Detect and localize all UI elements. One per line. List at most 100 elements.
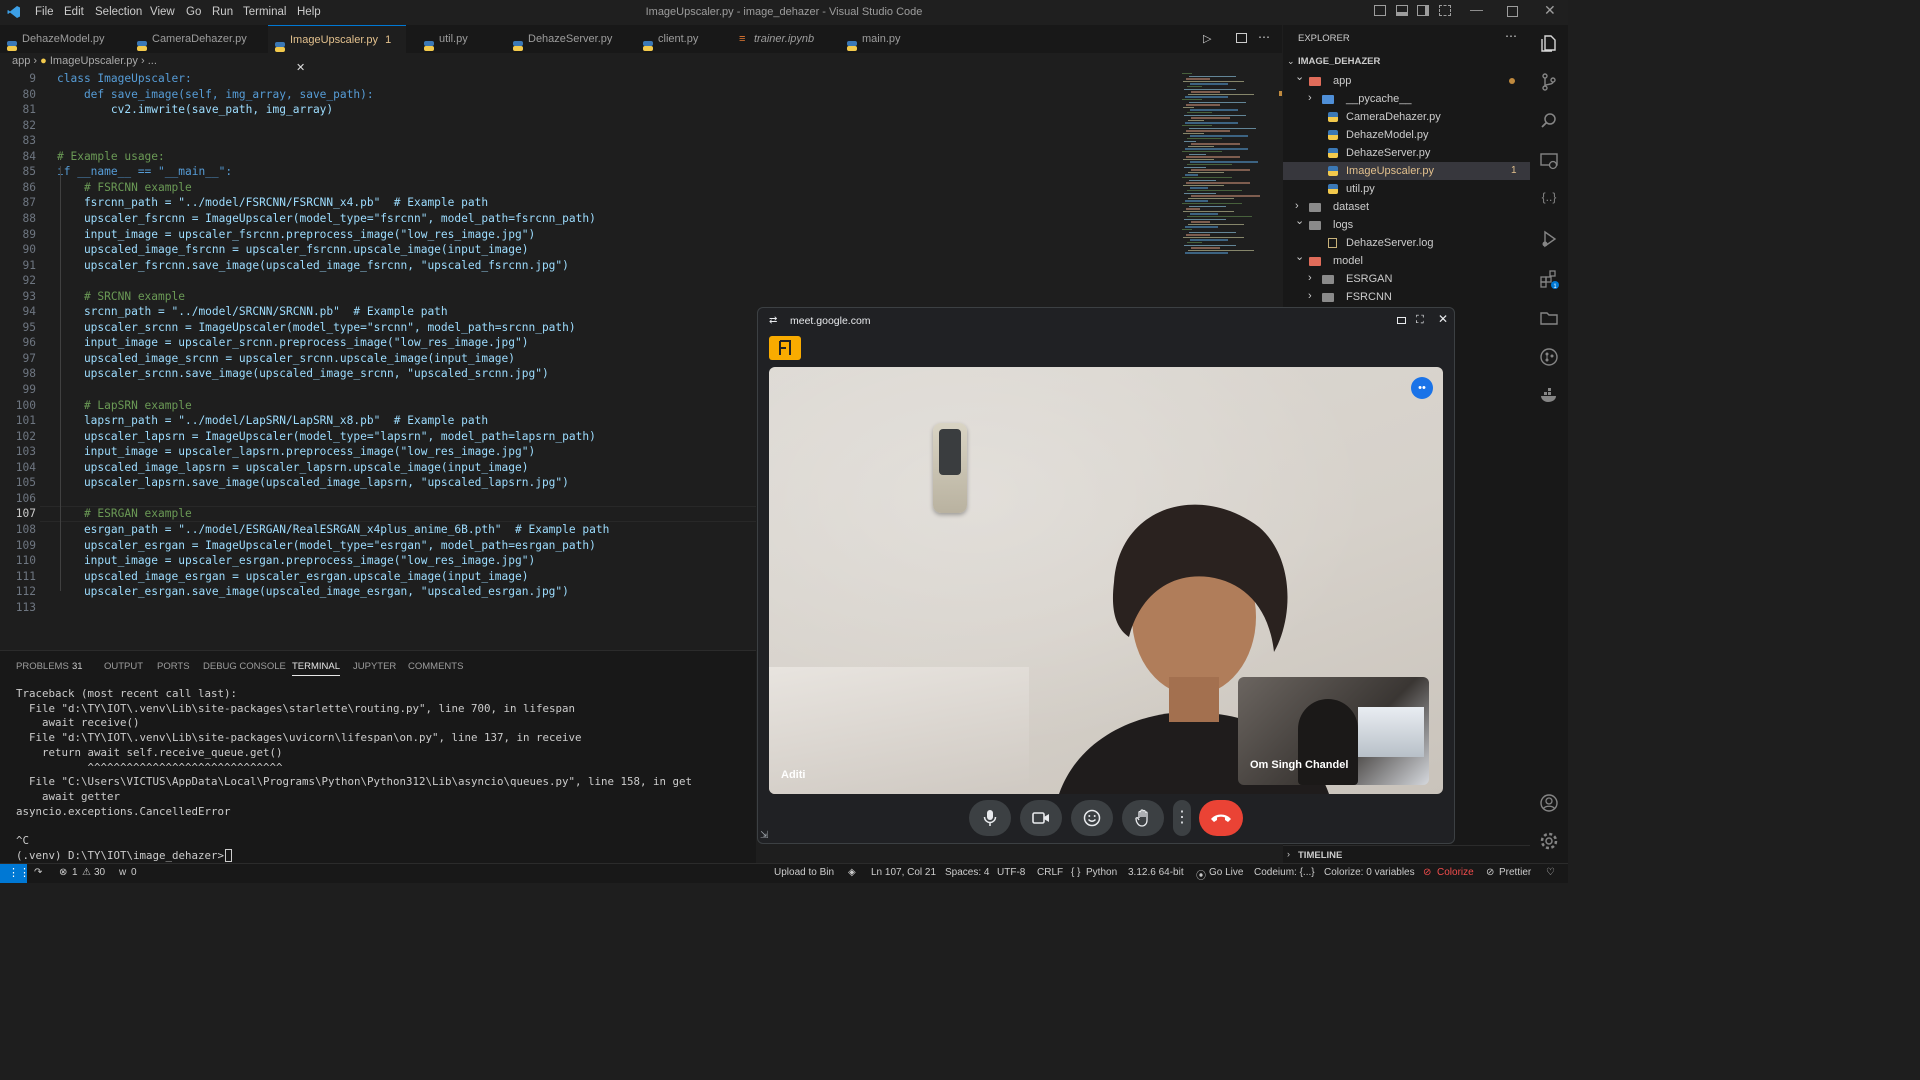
toggle-secondary-sidebar-icon[interactable] <box>1417 5 1429 16</box>
search-icon[interactable] <box>1539 111 1559 131</box>
run-icon[interactable]: ▷ <box>1203 32 1211 45</box>
chevron-down-icon[interactable]: ⌄ <box>1287 56 1295 67</box>
tree-item[interactable]: › dataset <box>1283 198 1530 216</box>
raise-hand-button[interactable] <box>1122 800 1164 836</box>
tab-util[interactable]: util.py <box>408 25 503 53</box>
run-debug-icon[interactable] <box>1539 229 1559 249</box>
tree-item[interactable]: ⌄ app <box>1283 71 1530 90</box>
resize-handle-icon[interactable]: ⇲ <box>760 830 768 841</box>
tree-item[interactable]: › __pycache__ <box>1283 90 1530 108</box>
more-actions-icon[interactable]: ⋯ <box>1258 30 1270 44</box>
end-call-button[interactable] <box>1199 800 1243 836</box>
emoji-button[interactable] <box>1071 800 1113 836</box>
back-to-tab-icon[interactable] <box>1397 317 1406 324</box>
extensions-icon[interactable]: 1 <box>1539 269 1559 290</box>
panel-tab-ports[interactable]: PORTS <box>157 661 190 672</box>
timeline-section[interactable]: › TIMELINE <box>1283 845 1530 864</box>
tab-dehazeserver[interactable]: DehazeServer.py <box>506 25 630 53</box>
minimap-line <box>1188 93 1254 96</box>
tree-item[interactable]: ⌄ model <box>1283 251 1530 270</box>
camera-button[interactable] <box>1020 800 1062 836</box>
json-braces-icon[interactable]: {..} <box>1539 190 1559 210</box>
panel-tab-comments[interactable]: COMMENTS <box>408 661 463 672</box>
source-control-icon[interactable] <box>1539 72 1559 92</box>
tab-cameradehazer[interactable]: CameraDehazer.py <box>130 25 267 53</box>
ports-count[interactable]: 0 <box>131 867 137 878</box>
breadcrumb-folder[interactable]: app <box>12 55 30 67</box>
code-line: upscaler_lapsrn.save_image(upscaled_imag… <box>57 476 569 490</box>
indentation[interactable]: Spaces: 4 <box>945 867 989 878</box>
prettier-button[interactable]: Prettier <box>1499 867 1531 878</box>
minimap-line <box>1190 83 1228 85</box>
toggle-sidebar-icon[interactable] <box>1374 5 1386 16</box>
tree-item[interactable]: ⌄ logs <box>1283 215 1530 234</box>
tab-imageupscaler[interactable]: ImageUpscaler.py 1 ✕ <box>268 25 406 74</box>
tree-item[interactable]: DehazeModel.py <box>1283 126 1530 144</box>
toggle-panel-icon[interactable] <box>1396 5 1408 16</box>
line-number: 103 <box>15 445 36 459</box>
tree-item[interactable]: ImageUpscaler.py 1 <box>1283 162 1530 180</box>
minimap-line <box>1184 114 1246 116</box>
notifications-bell-icon[interactable]: ♡ <box>1546 867 1555 878</box>
tab-dehazemodel[interactable]: DehazeModel.py <box>0 25 128 53</box>
site-settings-icon[interactable]: ⇄ <box>769 315 777 326</box>
split-editor-icon[interactable] <box>1236 33 1247 43</box>
tree-item[interactable]: › FSRCNN <box>1283 288 1530 306</box>
account-icon[interactable] <box>1539 793 1559 813</box>
cursor-position[interactable]: Ln 107, Col 21 <box>871 867 936 878</box>
tree-item[interactable]: DehazeServer.py <box>1283 144 1530 162</box>
colorize-variables[interactable]: Colorize: 0 variables <box>1324 867 1415 878</box>
python-interpreter[interactable]: 3.12.6 64-bit <box>1128 867 1184 878</box>
minimap-line <box>1186 104 1220 106</box>
remote-indicator[interactable]: ⋮⋮ <box>0 864 30 883</box>
line-ending[interactable]: CRLF <box>1037 867 1063 878</box>
minimap-line <box>1189 179 1216 181</box>
colorize-button[interactable]: Colorize <box>1437 867 1474 878</box>
more-options-button[interactable]: ⋮ <box>1173 800 1191 836</box>
settings-gear-icon[interactable] <box>1539 831 1559 851</box>
more-actions-icon[interactable]: ⋯ <box>1505 29 1517 43</box>
close-window-icon[interactable]: ✕ <box>1544 2 1556 19</box>
close-pip-icon[interactable]: ✕ <box>1438 312 1448 326</box>
panel-tab-jupyter[interactable]: JUPYTER <box>353 661 396 672</box>
microphone-button[interactable] <box>969 800 1011 836</box>
live-share-icon[interactable]: ↷ <box>34 867 42 878</box>
remote-explorer-icon[interactable] <box>1539 151 1559 171</box>
line-number: 84 <box>22 149 36 163</box>
fullscreen-icon[interactable]: ⛶ <box>1416 314 1424 327</box>
breadcrumb-symbol[interactable]: ... <box>148 55 157 67</box>
upload-to-bin[interactable]: Upload to Bin <box>774 867 834 878</box>
tree-item[interactable]: util.py <box>1283 180 1530 198</box>
language-mode[interactable]: Python <box>1086 867 1117 878</box>
tab-main[interactable]: main.py <box>840 25 930 53</box>
explorer-icon[interactable] <box>1539 33 1559 53</box>
self-video-tile[interactable]: Om Singh Chandel <box>1238 677 1429 785</box>
git-graph-icon[interactable] <box>1539 347 1559 367</box>
minimize-icon[interactable]: — <box>1470 2 1483 17</box>
restore-icon[interactable] <box>1507 6 1518 17</box>
codeium-status[interactable]: Codeium: {...} <box>1254 867 1315 878</box>
tab-client[interactable]: client.py <box>636 25 731 53</box>
encoding[interactable]: UTF-8 <box>997 867 1025 878</box>
customize-layout-icon[interactable] <box>1439 5 1451 16</box>
go-live-button[interactable]: Go Live <box>1209 867 1243 878</box>
python-file-icon: ● <box>40 55 47 67</box>
error-count[interactable]: 1 <box>72 867 78 878</box>
tab-trainer[interactable]: ≡ trainer.ipynb <box>732 25 836 53</box>
meet-pip-window[interactable]: ⇄ meet.google.com ⛶ ✕ •• Aditi Om Singh … <box>757 307 1455 844</box>
tree-item[interactable]: DehazeServer.log <box>1283 234 1530 252</box>
tree-item[interactable]: › ESRGAN <box>1283 270 1530 288</box>
panel-tab-terminal[interactable]: TERMINAL <box>292 661 341 676</box>
minimap[interactable] <box>1180 71 1280 311</box>
project-title[interactable]: IMAGE_DEHAZER <box>1298 56 1380 67</box>
panel-tab-output[interactable]: OUTPUT <box>104 661 143 672</box>
folder-icon[interactable] <box>1539 308 1559 328</box>
breadcrumb-file[interactable]: ImageUpscaler.py <box>50 55 138 67</box>
panel-tab-debug-console[interactable]: DEBUG CONSOLE <box>203 661 286 672</box>
tag-icon[interactable]: ◈ <box>848 867 856 878</box>
panel-tab-problems[interactable]: PROBLEMS <box>16 661 69 672</box>
tree-item[interactable]: CameraDehazer.py <box>1283 108 1530 126</box>
meet-activities-icon[interactable] <box>769 336 801 360</box>
warning-count[interactable]: 30 <box>94 867 105 878</box>
docker-icon[interactable] <box>1539 386 1559 406</box>
